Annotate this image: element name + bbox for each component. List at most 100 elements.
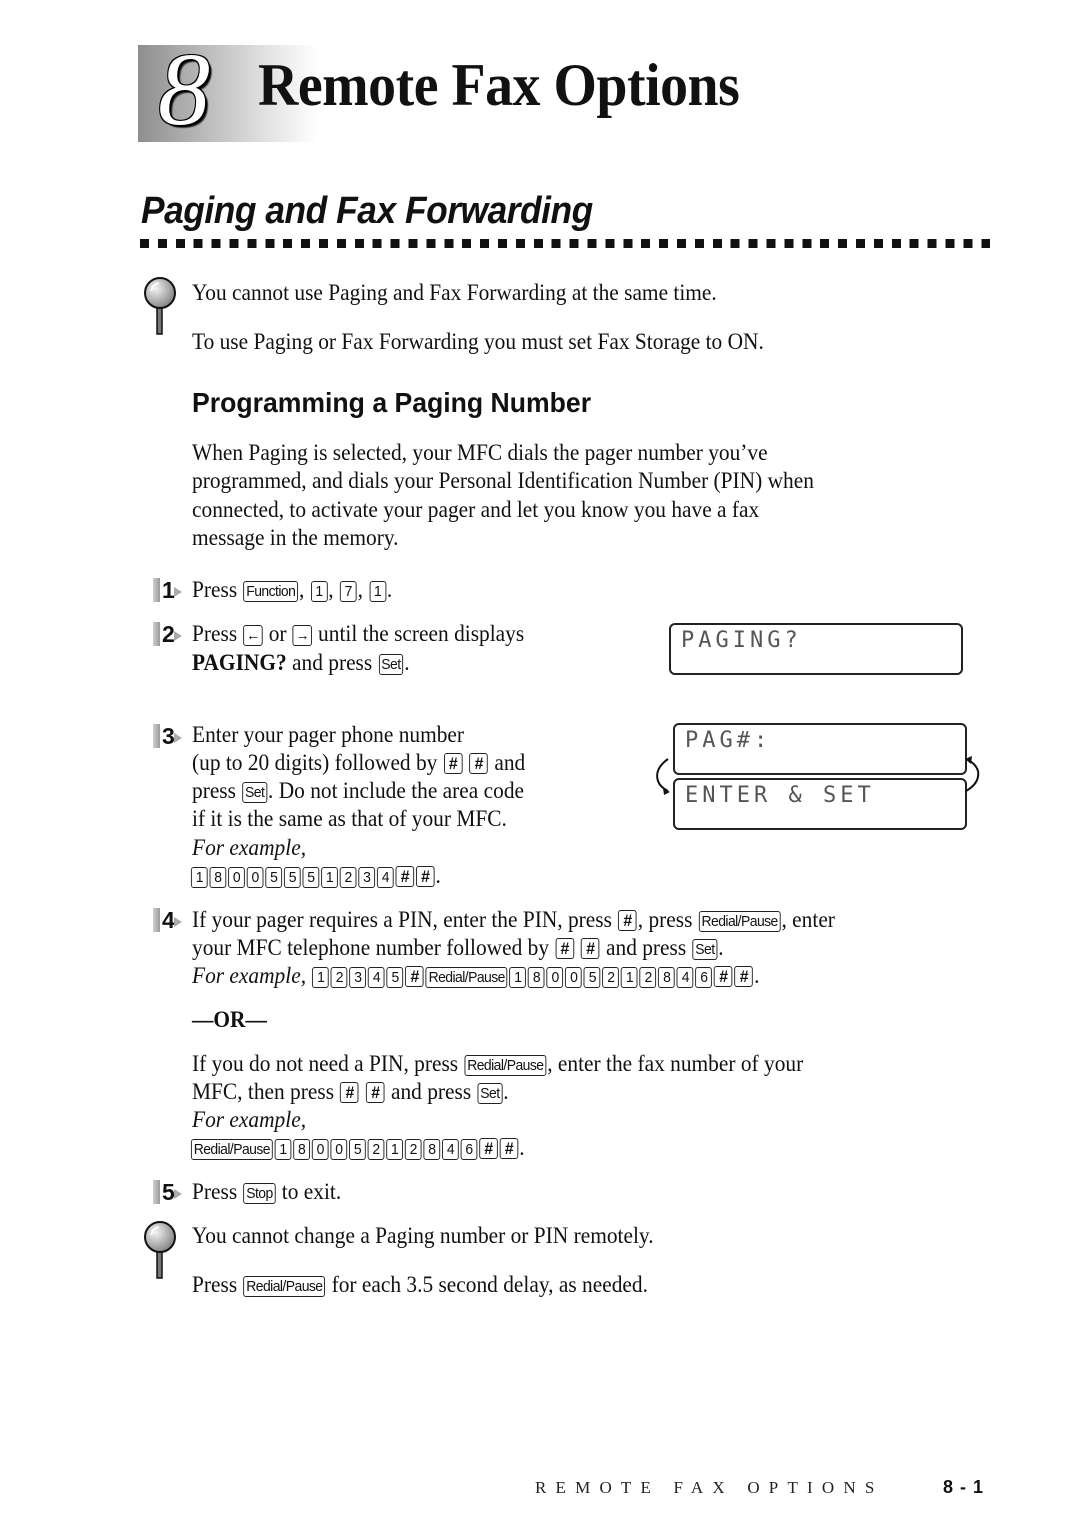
note-line: You cannot change a Paging number or PIN…: [192, 1223, 654, 1248]
example-label: For example,: [192, 835, 307, 860]
left-arrow-key-icon: ←: [243, 625, 263, 646]
step-5-text: Press Stop to exit.: [192, 1179, 342, 1204]
note-line: To use Paging or Fax Forwarding you must…: [192, 329, 764, 354]
hash-key: #: [555, 938, 574, 959]
section-title: Paging and Fax Forwarding: [141, 190, 593, 232]
hash-key: #: [469, 753, 489, 774]
digit-key: 2: [639, 967, 657, 988]
digit-key: 4: [376, 867, 394, 888]
step-3-line2: (up to 20 digits) followed by # # and: [192, 750, 526, 775]
digit-key: 0: [565, 967, 583, 988]
step-4-alt-line1: If you do not need a PIN, press Redial/P…: [192, 1051, 804, 1076]
note-line: Press Redial/Pause for each 3.5 second d…: [192, 1272, 648, 1297]
digit-key: 0: [246, 867, 264, 888]
step-4-line2: your MFC telephone number followed by # …: [192, 935, 724, 960]
chapter-number: 8: [158, 32, 210, 147]
digit-key: 1: [190, 867, 208, 888]
digit-key: 5: [349, 1139, 366, 1160]
digit-key: 8: [423, 1139, 441, 1160]
step-4-line1: If your pager requires a PIN, enter the …: [192, 907, 835, 932]
step-number: 5: [153, 1180, 185, 1206]
footer-running-title: REMOTE FAX OPTIONS: [535, 1478, 884, 1497]
step-2-line1: Press ← or → until the screen displays: [192, 621, 525, 646]
digit-key: 5: [265, 867, 283, 888]
hash-key: #: [405, 966, 424, 987]
hash-key: #: [499, 1138, 519, 1159]
step-3-example-keys: 1 8 0 0 5 5 5 1 2 3 4 # #.: [190, 862, 441, 891]
step-4-example: For example, 1 2 3 4 5 # Redial/Pause 1 8 0 0 5 2 1 2 8…: [192, 963, 760, 988]
step-3-line4: if it is the same as that of your MFC.: [192, 806, 507, 831]
redial-pause-key: Redial/Pause: [464, 1055, 547, 1076]
section-divider: [140, 239, 990, 248]
digit-key: 1: [310, 581, 328, 602]
digit-key: 2: [602, 967, 620, 988]
intro-line: When Paging is selected, your MFC dials …: [192, 440, 768, 465]
subsection-title: Programming a Paging Number: [192, 387, 592, 418]
redial-pause-key: Redial/Pause: [698, 911, 781, 932]
step-1-text: Press Function, 1, 7, 1.: [192, 577, 393, 602]
digit-key: 4: [442, 1139, 459, 1160]
digit-key: 3: [358, 867, 376, 888]
digit-key: 1: [621, 967, 638, 988]
hash-key: #: [415, 866, 435, 887]
hash-key: #: [395, 866, 415, 887]
function-key: Function: [243, 581, 299, 602]
hash-key: #: [714, 966, 733, 987]
step-number: 2: [153, 622, 185, 648]
set-key: Set: [477, 1083, 503, 1104]
lcd-screen-enter-set: ENTER & SET: [673, 778, 967, 830]
set-key: Set: [378, 654, 404, 675]
redial-pause-key: Redial/Pause: [190, 1139, 273, 1160]
lcd-screen-paging: PAGING?: [669, 623, 963, 675]
digit-key: 1: [321, 867, 338, 888]
digit-key: 7: [339, 581, 357, 602]
hash-key: #: [734, 966, 754, 987]
intro-line: programmed, and dials your Personal Iden…: [192, 468, 814, 493]
digit-key: 5: [386, 967, 404, 988]
hash-key: #: [340, 1082, 359, 1103]
right-arrow-key-icon: →: [292, 625, 312, 646]
digit-key: 1: [386, 1139, 403, 1160]
cycle-arrow-right-icon: [965, 756, 980, 792]
digit-key: 8: [293, 1139, 310, 1160]
intro-line: message in the memory.: [192, 525, 399, 550]
redial-pause-key: Redial/Pause: [425, 967, 508, 988]
digit-key: 0: [330, 1139, 348, 1160]
digit-key: 4: [676, 967, 694, 988]
step-2-line2: PAGING? and press Set.: [192, 650, 410, 675]
magnifier-note-icon: [144, 1221, 176, 1279]
digit-key: 6: [460, 1139, 478, 1160]
step-4-alt-line2: MFC, then press # # and press Set.: [192, 1079, 509, 1104]
cycle-arrow-left-icon: [656, 758, 670, 795]
digit-key: 0: [311, 1139, 329, 1160]
digit-key: 1: [509, 967, 527, 988]
digit-key: 5: [583, 967, 601, 988]
digit-key: 8: [658, 967, 676, 988]
step-number: 1: [153, 578, 185, 604]
digit-key: 3: [349, 967, 367, 988]
lcd-screen-pag-number: PAG#:: [673, 723, 967, 775]
magnifier-note-icon: [144, 277, 176, 335]
hash-key: #: [443, 753, 463, 774]
digit-key: 2: [367, 1139, 385, 1160]
note-line: You cannot use Paging and Fax Forwarding…: [192, 280, 717, 305]
digit-key: 8: [209, 867, 227, 888]
step-4-alt-example-keys: Redial/Pause 1 8 0 0 5 2 1 2 8 4 6 # #.: [190, 1134, 525, 1163]
hash-key: #: [479, 1138, 498, 1159]
stop-key: Stop: [243, 1183, 276, 1204]
digit-key: 5: [302, 867, 320, 888]
hash-key: #: [618, 910, 637, 931]
digit-key: 0: [228, 867, 245, 888]
step-number: 3: [153, 724, 185, 750]
set-key: Set: [692, 939, 718, 960]
digit-key: 5: [283, 867, 301, 888]
digit-key: 8: [528, 967, 545, 988]
page-number: 8 - 1: [943, 1477, 985, 1497]
digit-key: 1: [274, 1139, 292, 1160]
digit-key: 0: [546, 967, 564, 988]
digit-key: 1: [369, 581, 386, 602]
digit-key: 2: [339, 867, 357, 888]
digit-key: 2: [330, 967, 348, 988]
hash-key: #: [366, 1082, 385, 1103]
digit-key: 4: [368, 967, 385, 988]
